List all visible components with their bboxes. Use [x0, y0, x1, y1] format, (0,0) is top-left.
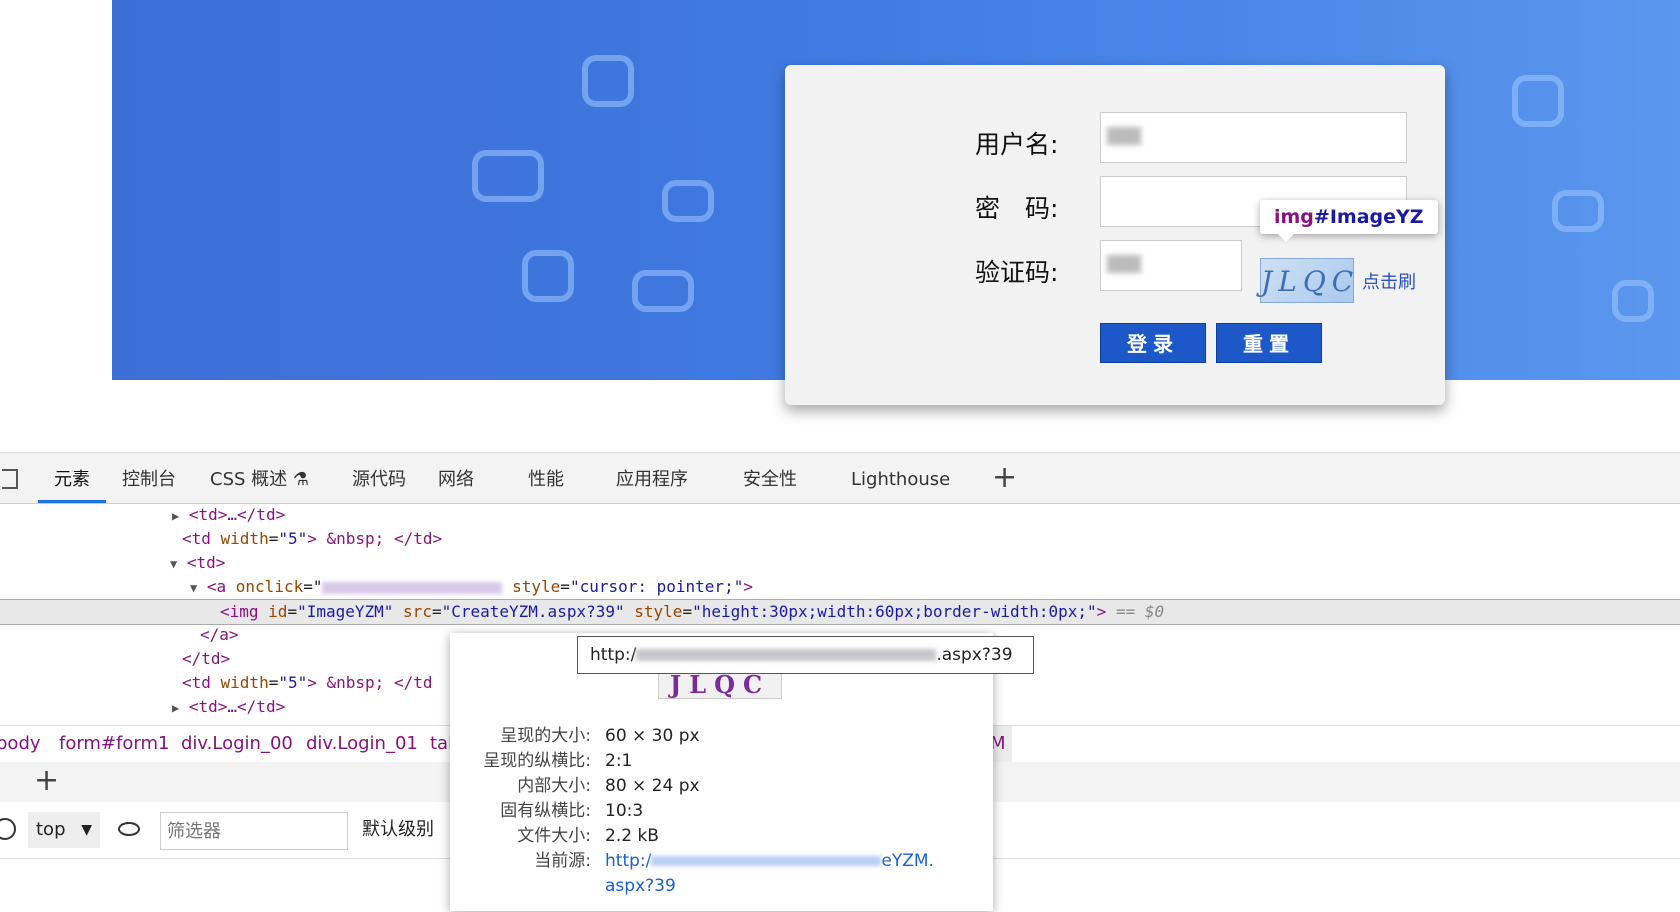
username-input[interactable]	[1100, 112, 1407, 163]
add-tab-icon[interactable]: +	[992, 463, 1017, 493]
dom-node-selected[interactable]: <img id="ImageYZM" src="CreateYZM.aspx?3…	[0, 599, 1680, 625]
preview-source-row: 当前源: http:/eYZM.	[450, 848, 993, 874]
tab-lighthouse[interactable]: Lighthouse	[851, 453, 950, 503]
image-preview-popover: JLQC 呈现的大小: 60 × 30 px 呈现的纵横比: 2:1 内部大小: 80…	[450, 633, 993, 911]
decor-shape	[632, 270, 694, 312]
preview-source-row-2: aspx?39	[605, 876, 676, 896]
preview-row: 文件大小: 2.2 kB	[517, 826, 659, 846]
captcha-image[interactable]: JLQC	[1260, 258, 1354, 303]
crumb-form[interactable]: form#form1	[59, 726, 169, 762]
web-page: 用户名: 密 码: 验证码: JLQC 点击刷 登录 重置 img#ImageY…	[0, 0, 1680, 452]
tooltip-id: #ImageYZ	[1313, 206, 1424, 228]
captcha-label: 验证码:	[975, 258, 1059, 287]
tab-application[interactable]: 应用程序	[616, 453, 688, 503]
preview-row: 呈现的大小: 60 × 30 px	[500, 726, 700, 746]
dock-icon[interactable]	[2, 469, 18, 489]
dom-node[interactable]: ▼ <a onclick=" style="cursor: pointer;">	[190, 575, 753, 599]
context-select[interactable]: top ▼	[28, 812, 100, 848]
dom-node[interactable]: </a>	[200, 623, 239, 647]
captcha-input[interactable]	[1100, 240, 1242, 291]
dom-node[interactable]: <td width="5"> &nbsp; </td	[182, 671, 432, 695]
tab-security[interactable]: 安全性	[743, 453, 797, 503]
chevron-down-icon: ▼	[81, 822, 92, 838]
decor-shape	[662, 180, 714, 222]
refresh-captcha-link[interactable]: 点击刷	[1362, 268, 1416, 294]
dom-node[interactable]: ▼ <td>	[170, 551, 225, 575]
crumb-login00[interactable]: div.Login_00	[181, 726, 293, 762]
decor-shape	[472, 150, 544, 202]
login-form: 用户名: 密 码: 验证码: JLQC 点击刷 登录 重置	[785, 65, 1445, 405]
preview-row: 呈现的纵横比: 2:1	[483, 751, 633, 771]
dom-node[interactable]: <td width="5"> &nbsp; </td>	[182, 527, 442, 551]
preview-row: 内部大小: 80 × 24 px	[517, 776, 700, 796]
dom-node[interactable]: ▶ <td>…</td>	[172, 695, 285, 719]
eye-icon[interactable]	[118, 822, 140, 836]
log-level-select[interactable]: 默认级别	[362, 812, 434, 848]
crumb-body[interactable]: body	[0, 726, 41, 762]
devtools-tabbar: 元素 控制台 CSS 概述 ⚗ 源代码 网络 性能 应用程序 安全性 Light…	[0, 453, 1680, 504]
tab-network[interactable]: 网络	[438, 453, 474, 503]
dom-node[interactable]: ▶ <td>…</td>	[172, 503, 285, 527]
tab-sources[interactable]: 源代码	[352, 453, 406, 503]
crumb-login01[interactable]: div.Login_01	[306, 726, 418, 762]
preview-url-tooltip: http:/.aspx?39	[577, 636, 1034, 674]
tab-performance[interactable]: 性能	[528, 453, 564, 503]
console-filter-input[interactable]	[160, 812, 348, 850]
tab-css-overview[interactable]: CSS 概述 ⚗	[210, 453, 309, 503]
decor-shape	[1612, 280, 1654, 322]
username-label: 用户名:	[975, 130, 1059, 159]
decor-shape	[1552, 190, 1604, 232]
reset-button[interactable]: 重置	[1216, 323, 1322, 363]
decor-shape	[1512, 75, 1564, 127]
clear-console-icon[interactable]	[0, 818, 16, 840]
add-drawer-tab-icon[interactable]: +	[34, 766, 59, 796]
password-label: 密 码:	[975, 194, 1059, 223]
decor-shape	[522, 250, 574, 302]
preview-row: 固有纵横比: 10:3	[500, 801, 644, 821]
tab-elements[interactable]: 元素	[38, 453, 106, 503]
login-button[interactable]: 登录	[1100, 323, 1206, 363]
dom-node[interactable]: </td>	[182, 647, 230, 671]
decor-shape	[582, 55, 634, 107]
element-hover-tooltip: img#ImageYZ	[1260, 200, 1438, 242]
preview-source-link[interactable]: http:/eYZM.	[605, 848, 934, 874]
tooltip-tag: img	[1274, 206, 1314, 228]
tab-console[interactable]: 控制台	[122, 453, 176, 503]
